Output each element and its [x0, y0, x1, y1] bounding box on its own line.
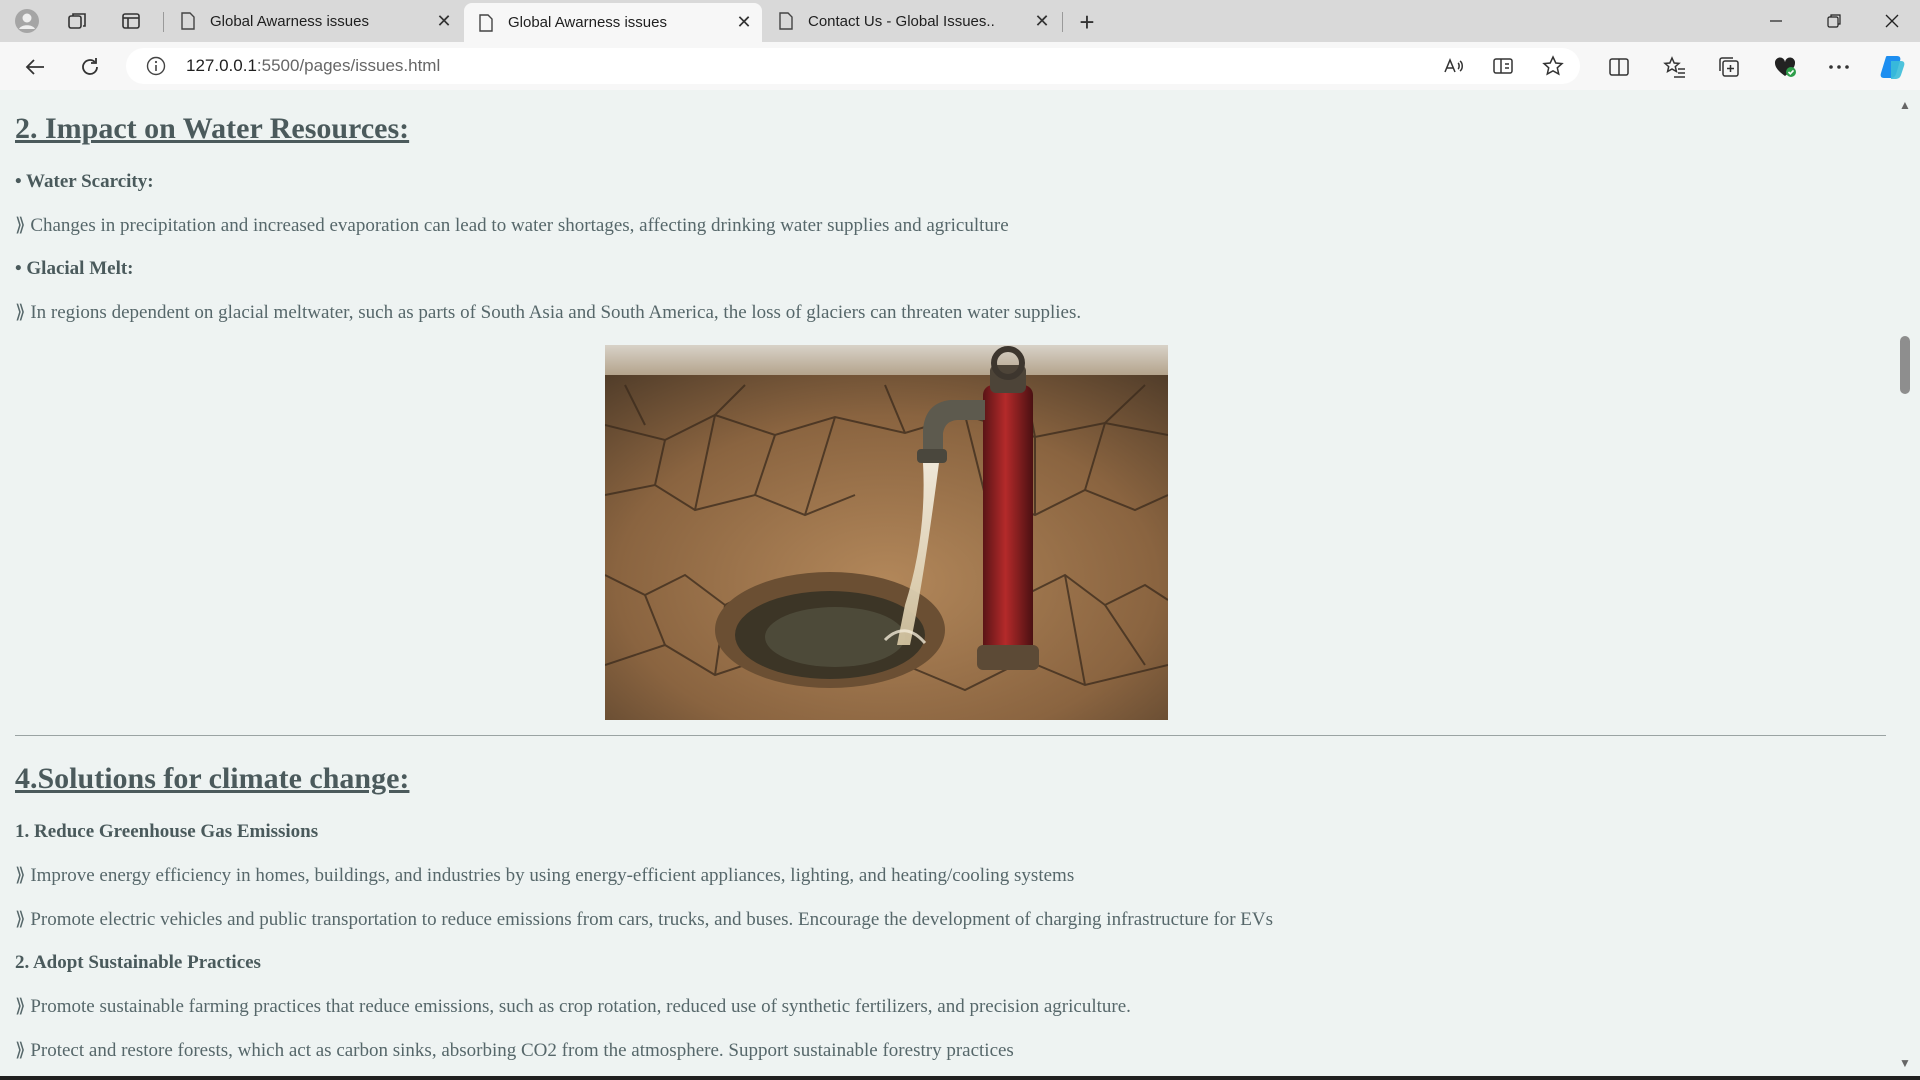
tab-2[interactable]: Contact Us - Global Issues.. ✕: [764, 0, 1060, 42]
scroll-down-arrow-icon[interactable]: ▼: [1897, 1056, 1913, 1070]
favorites-icon[interactable]: [1660, 52, 1690, 82]
water-scarcity-label: • Water Scarcity:: [15, 171, 154, 192]
tab-title: Contact Us - Global Issues..: [808, 12, 995, 30]
solutions-sub2-point-2: ⟫ Protect and restore forests, which act…: [15, 1040, 1014, 1061]
water-scarcity-text: ⟫ Changes in precipitation and increased…: [15, 215, 1009, 236]
close-icon[interactable]: ✕: [1030, 9, 1054, 33]
minimize-button[interactable]: [1748, 0, 1804, 42]
url-text: 127.0.0.1:5500/pages/issues.html: [186, 56, 440, 76]
read-aloud-icon[interactable]: [1440, 53, 1466, 79]
scroll-up-arrow-icon[interactable]: ▲: [1897, 98, 1913, 112]
glacial-melt-label: • Glacial Melt:: [15, 258, 134, 279]
page-viewport: 2. Impact on Water Resources: • Water Sc…: [0, 90, 1920, 1076]
page-icon: [479, 13, 493, 32]
profile-icon[interactable]: [14, 8, 40, 34]
close-icon[interactable]: ✕: [432, 9, 456, 33]
collections-icon[interactable]: [1714, 52, 1744, 82]
solutions-sub1-point-2: ⟫ Promote electric vehicles and public t…: [15, 909, 1274, 930]
page-icon: [181, 12, 195, 30]
split-screen-icon[interactable]: [1604, 52, 1634, 82]
immersive-reader-icon[interactable]: [1490, 53, 1516, 79]
favorite-star-icon[interactable]: [1540, 53, 1566, 79]
address-bar[interactable]: 127.0.0.1:5500/pages/issues.html: [126, 48, 1580, 84]
back-button[interactable]: [20, 52, 50, 82]
close-icon[interactable]: ✕: [732, 11, 756, 35]
restore-button[interactable]: [1806, 0, 1862, 42]
toolbar: 127.0.0.1:5500/pages/issues.html: [0, 42, 1920, 90]
tab-title: Global Awarness issues: [508, 14, 667, 31]
url-path: :5500/pages/issues.html: [256, 56, 441, 75]
solutions-sub2-point-1: ⟫ Promote sustainable farming practices …: [15, 996, 1131, 1017]
page-icon: [779, 12, 793, 30]
solutions-sub2-label: 2. Adopt Sustainable Practices: [15, 952, 261, 973]
url-host: 127.0.0.1: [186, 56, 257, 75]
tab-separator: [163, 12, 164, 32]
tab-actions-icon[interactable]: [118, 8, 144, 34]
tab-separator: [1062, 12, 1063, 32]
glacial-melt-text: ⟫ In regions dependent on glacial meltwa…: [15, 302, 1082, 323]
section-divider: [15, 735, 1886, 736]
new-tab-button[interactable]: +: [1072, 7, 1102, 37]
tab-title: Global Awarness issues: [210, 12, 369, 30]
scrollbar-thumb[interactable]: [1900, 336, 1910, 394]
solutions-sub1-label: 1. Reduce Greenhouse Gas Emissions: [15, 821, 319, 842]
refresh-button[interactable]: [75, 52, 105, 82]
water-tap-drought-image: [605, 345, 1168, 720]
more-options-icon[interactable]: [1824, 52, 1854, 82]
tab-1[interactable]: Global Awarness issues ✕: [464, 3, 762, 42]
solutions-sub1-point-1: ⟫ Improve energy efficiency in homes, bu…: [15, 865, 1075, 886]
water-section-heading: 2. Impact on Water Resources:: [15, 112, 410, 145]
solutions-section-heading: 4.Solutions for climate change:: [15, 762, 410, 795]
site-info-icon[interactable]: [146, 56, 166, 76]
vertical-scrollbar[interactable]: ▲ ▼: [1887, 90, 1920, 1076]
browser-essentials-icon[interactable]: [1770, 52, 1800, 82]
workspaces-icon[interactable]: [64, 8, 90, 34]
tab-strip: Global Awarness issues ✕ Global Awarness…: [0, 0, 1920, 42]
close-window-button[interactable]: [1864, 0, 1920, 42]
window-bottom-edge: [0, 1076, 1920, 1080]
tab-0[interactable]: Global Awarness issues ✕: [166, 0, 462, 42]
copilot-icon[interactable]: [1878, 52, 1908, 82]
